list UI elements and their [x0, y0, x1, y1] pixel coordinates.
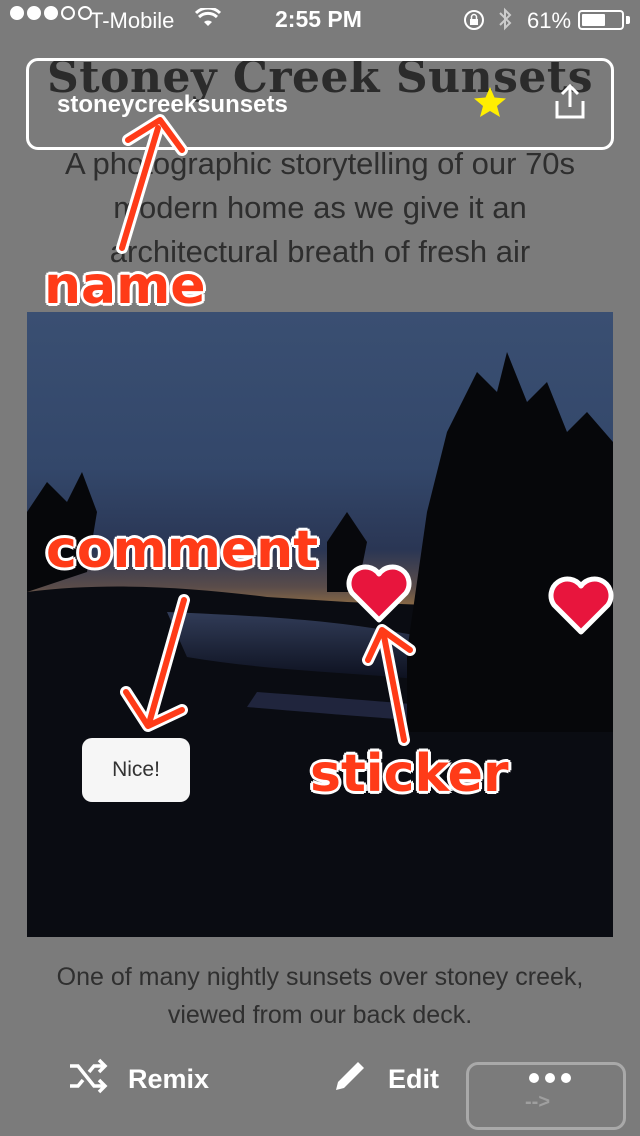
annotation-name-label: name [44, 256, 206, 316]
more-arrow: --> [525, 1091, 550, 1113]
annotation-comment-label: comment [46, 520, 319, 580]
story-subtitle: A photographic storytelling of our 70s m… [64, 146, 576, 269]
status-bar: T-Mobile 2:55 PM 61% [0, 0, 640, 40]
heart-icon[interactable] [346, 562, 412, 629]
rotation-lock-icon [462, 8, 486, 38]
edit-label: Edit [388, 1064, 439, 1094]
bluetooth-icon [497, 6, 513, 38]
comment-bubble[interactable]: Nice! [82, 738, 190, 802]
edit-button[interactable]: Edit [332, 1058, 439, 1101]
story-header-bar: stoneycreeksunsets [26, 58, 614, 150]
remix-button[interactable]: Remix [68, 1058, 209, 1101]
carrier-name: T-Mobile [90, 8, 175, 33]
clock: 2:55 PM [275, 6, 362, 32]
screen: T-Mobile 2:55 PM 61% Stoney Creek Sunset… [0, 0, 640, 1136]
annotation-sticker-label: sticker [310, 744, 509, 804]
bottom-toolbar: Remix Edit --> [0, 1040, 640, 1136]
shuffle-icon [68, 1058, 108, 1101]
wifi-icon [194, 6, 222, 34]
more-dots-icon [529, 1073, 571, 1083]
sunset-photo[interactable] [27, 312, 613, 937]
pencil-icon [332, 1058, 368, 1101]
share-icon[interactable] [551, 83, 589, 121]
battery-percent: 61% [527, 8, 572, 33]
remix-label: Remix [128, 1064, 210, 1094]
star-icon[interactable] [473, 85, 507, 119]
photo-caption: One of many nightly sunsets over stoney … [56, 963, 584, 1029]
more-button[interactable]: --> [466, 1062, 626, 1130]
signal-strength-icon [10, 6, 92, 20]
heart-icon[interactable] [548, 574, 614, 641]
battery-icon [578, 10, 624, 30]
author-username[interactable]: stoneycreeksunsets [57, 91, 288, 119]
